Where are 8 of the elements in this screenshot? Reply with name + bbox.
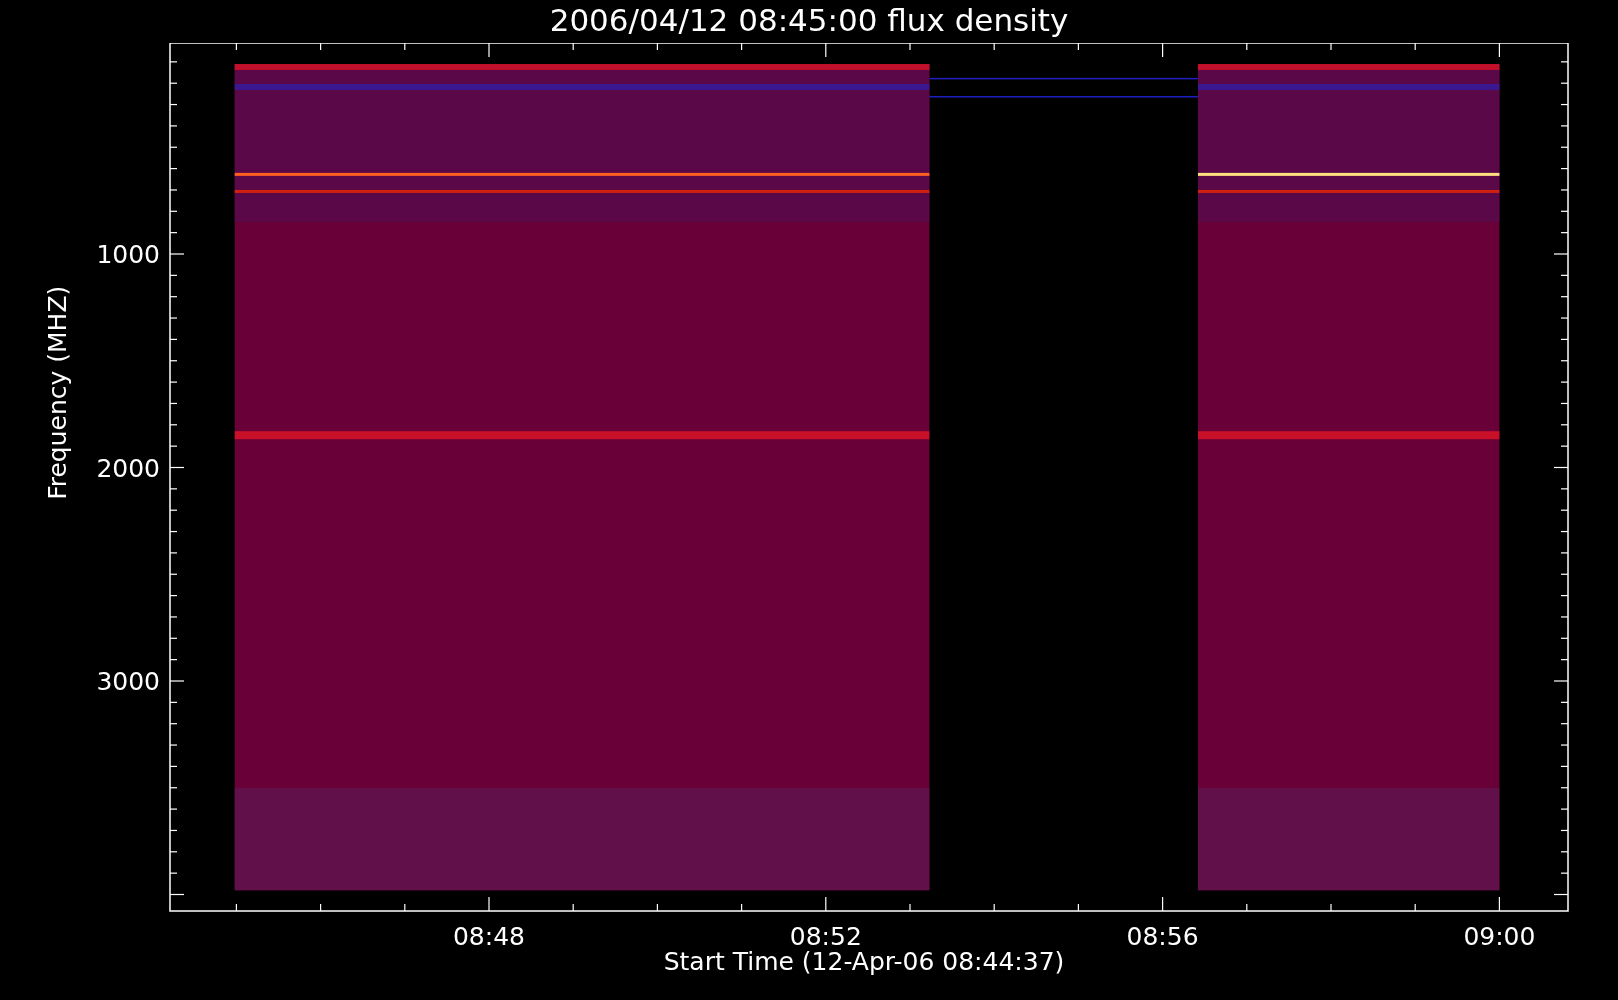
x-tick-label: 08:48 [453, 922, 525, 951]
chart-title: 2006/04/12 08:45:00 flux density [549, 1, 1069, 40]
x-tick-label: 08:56 [1126, 922, 1199, 951]
x-tick-label: 09:00 [1463, 922, 1536, 951]
y-axis-label: Frequency (MHZ) [43, 285, 72, 500]
y-tick-label: 3000 [96, 667, 160, 696]
y-tick-label: 1000 [96, 240, 160, 269]
y-tick-label: 2000 [96, 453, 160, 483]
